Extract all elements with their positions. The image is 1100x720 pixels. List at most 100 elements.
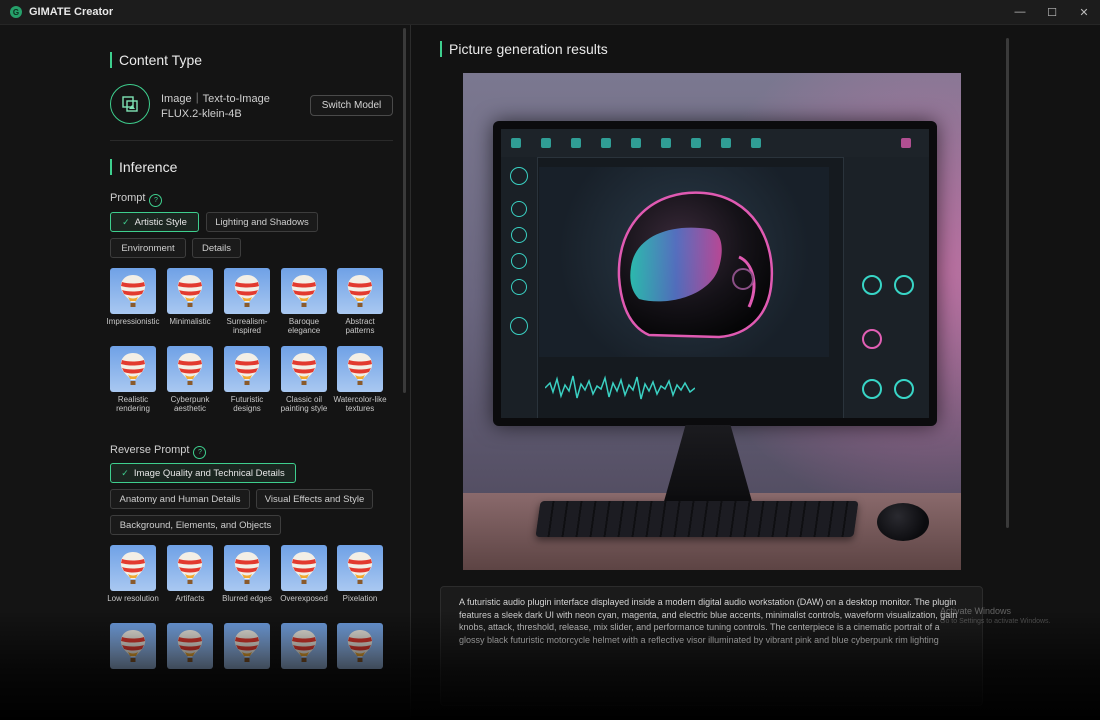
style-thumbnail[interactable] [167,346,213,392]
daw-inspector [843,157,929,418]
close-button[interactable]: ✕ [1068,0,1100,24]
check-icon: ✓ [121,467,129,478]
image-model-icon [110,84,150,124]
maximize-button[interactable]: ☐ [1036,0,1068,24]
negative-thumbnail[interactable] [224,545,270,591]
reverse-chip-background[interactable]: Background, Elements, and Objects [110,515,281,535]
chip-label: Artistic Style [134,216,187,228]
thumbnail-caption: Low resolution [107,594,159,603]
thumbnail-caption: Baroque elegance [287,317,321,335]
picture-frame-icon [122,96,138,112]
style-thumbnail[interactable] [224,268,270,314]
style-thumbnail[interactable] [337,346,383,392]
thumbnail-caption: Surrealism-inspired [226,317,268,335]
thumbnail-caption: Realistic rendering [116,395,150,413]
hot-air-balloon-icon [177,275,203,307]
results-scrollbar[interactable] [1006,38,1009,528]
chip-label: Image Quality and Technical Details [133,467,285,479]
hot-air-balloon-icon [347,552,373,584]
hot-air-balloon-icon [234,552,260,584]
daw-toolbar [501,129,929,158]
thumbnail-caption: Impressionistic [106,317,160,326]
hot-air-balloon-icon [177,630,203,662]
waveform-graphic [545,375,695,400]
attack-knob [894,275,914,295]
prompt-chip-lighting[interactable]: Lighting and Shadows [206,212,318,232]
computer-mouse [877,503,929,541]
prompt-help-icon[interactable]: ? [149,194,163,207]
keyboard [535,501,859,537]
negative-thumbnail[interactable] [167,545,213,591]
toolbar-icon [541,138,551,148]
switch-model-button[interactable]: Switch Model [310,95,393,116]
model-name: FLUX.2-klein-4B [161,108,242,120]
hot-air-balloon-icon [234,353,260,385]
prompt-chip-details[interactable]: Details [192,238,241,258]
hot-air-balloon-icon [291,275,317,307]
daw-sidebar [501,157,538,418]
style-thumbnail[interactable] [337,268,383,314]
generated-image[interactable] [463,73,961,570]
helmet-illustration [617,191,774,339]
style-thumbnail[interactable] [167,268,213,314]
app-logo-icon: G [10,6,22,18]
inference-title: Inference [110,159,177,175]
negative-thumbnail[interactable] [281,623,327,669]
thumbnail-caption: Pixelation [342,594,378,603]
thumbnail-caption: Futuristic designs [230,395,264,413]
daw-knob [511,253,527,269]
hot-air-balloon-icon [291,630,317,662]
daw-knob [511,279,527,295]
hot-air-balloon-icon [347,353,373,385]
toolbar-icon [691,138,701,148]
activate-windows-watermark: Activate Windows [940,606,1012,616]
daw-knob [511,201,527,217]
style-thumbnail[interactable] [281,346,327,392]
hot-air-balloon-icon [120,275,146,307]
toolbar-icon [571,138,581,148]
minimize-button[interactable]: — [1004,0,1036,24]
hot-air-balloon-icon [120,552,146,584]
reverse-chip-anatomy[interactable]: Anatomy and Human Details [110,489,250,509]
negative-thumbnail[interactable] [110,623,156,669]
style-thumbnail[interactable] [281,268,327,314]
thumbnail-caption: Cyberpunk aesthetic [170,395,210,413]
hot-air-balloon-icon [347,630,373,662]
threshold-knob [862,329,882,349]
helmet-render [539,167,829,357]
generation-prompt-text[interactable]: A futuristic audio plugin interface disp… [440,586,983,706]
negative-thumbnail[interactable] [224,623,270,669]
prompt-chip-artistic-style[interactable]: ✓ Artistic Style [110,212,199,232]
check-icon: ✓ [122,216,130,227]
hot-air-balloon-icon [120,630,146,662]
style-thumbnail[interactable] [110,268,156,314]
hot-air-balloon-icon [291,552,317,584]
thumbnail-caption: Overexposed [280,594,328,603]
style-thumbnail[interactable] [110,346,156,392]
thumbnail-caption: Minimalistic [169,317,211,326]
negative-thumbnail[interactable] [337,623,383,669]
results-title: Picture generation results [440,41,608,57]
style-thumbnail[interactable] [224,346,270,392]
reverse-chip-image-quality[interactable]: ✓ Image Quality and Technical Details [110,463,296,483]
thumbnail-caption: Watercolor-like textures [333,395,387,413]
content-type-title: Content Type [110,52,202,68]
prompt-chip-environment[interactable]: Environment [110,238,186,258]
daw-knob [511,227,527,243]
negative-thumbnail[interactable] [281,545,327,591]
thumbnail-caption: Artifacts [175,594,205,603]
activate-windows-hint: Go to Settings to activate Windows. [940,618,1051,625]
hot-air-balloon-icon [177,353,203,385]
settings-scrollbar[interactable] [403,28,406,393]
thumbnail-caption: Abstract patterns [345,317,375,335]
reverse-prompt-label: Reverse Prompt? [110,444,207,459]
reverse-prompt-label-text: Reverse Prompt [110,444,190,456]
gain-knob [862,275,882,295]
daw-knob [510,167,528,185]
negative-thumbnail[interactable] [337,545,383,591]
negative-thumbnail[interactable] [110,545,156,591]
reverse-prompt-help-icon[interactable]: ? [193,446,207,459]
toolbar-icon [631,138,641,148]
negative-thumbnail[interactable] [167,623,213,669]
reverse-chip-visual-effects[interactable]: Visual Effects and Style [256,489,373,509]
